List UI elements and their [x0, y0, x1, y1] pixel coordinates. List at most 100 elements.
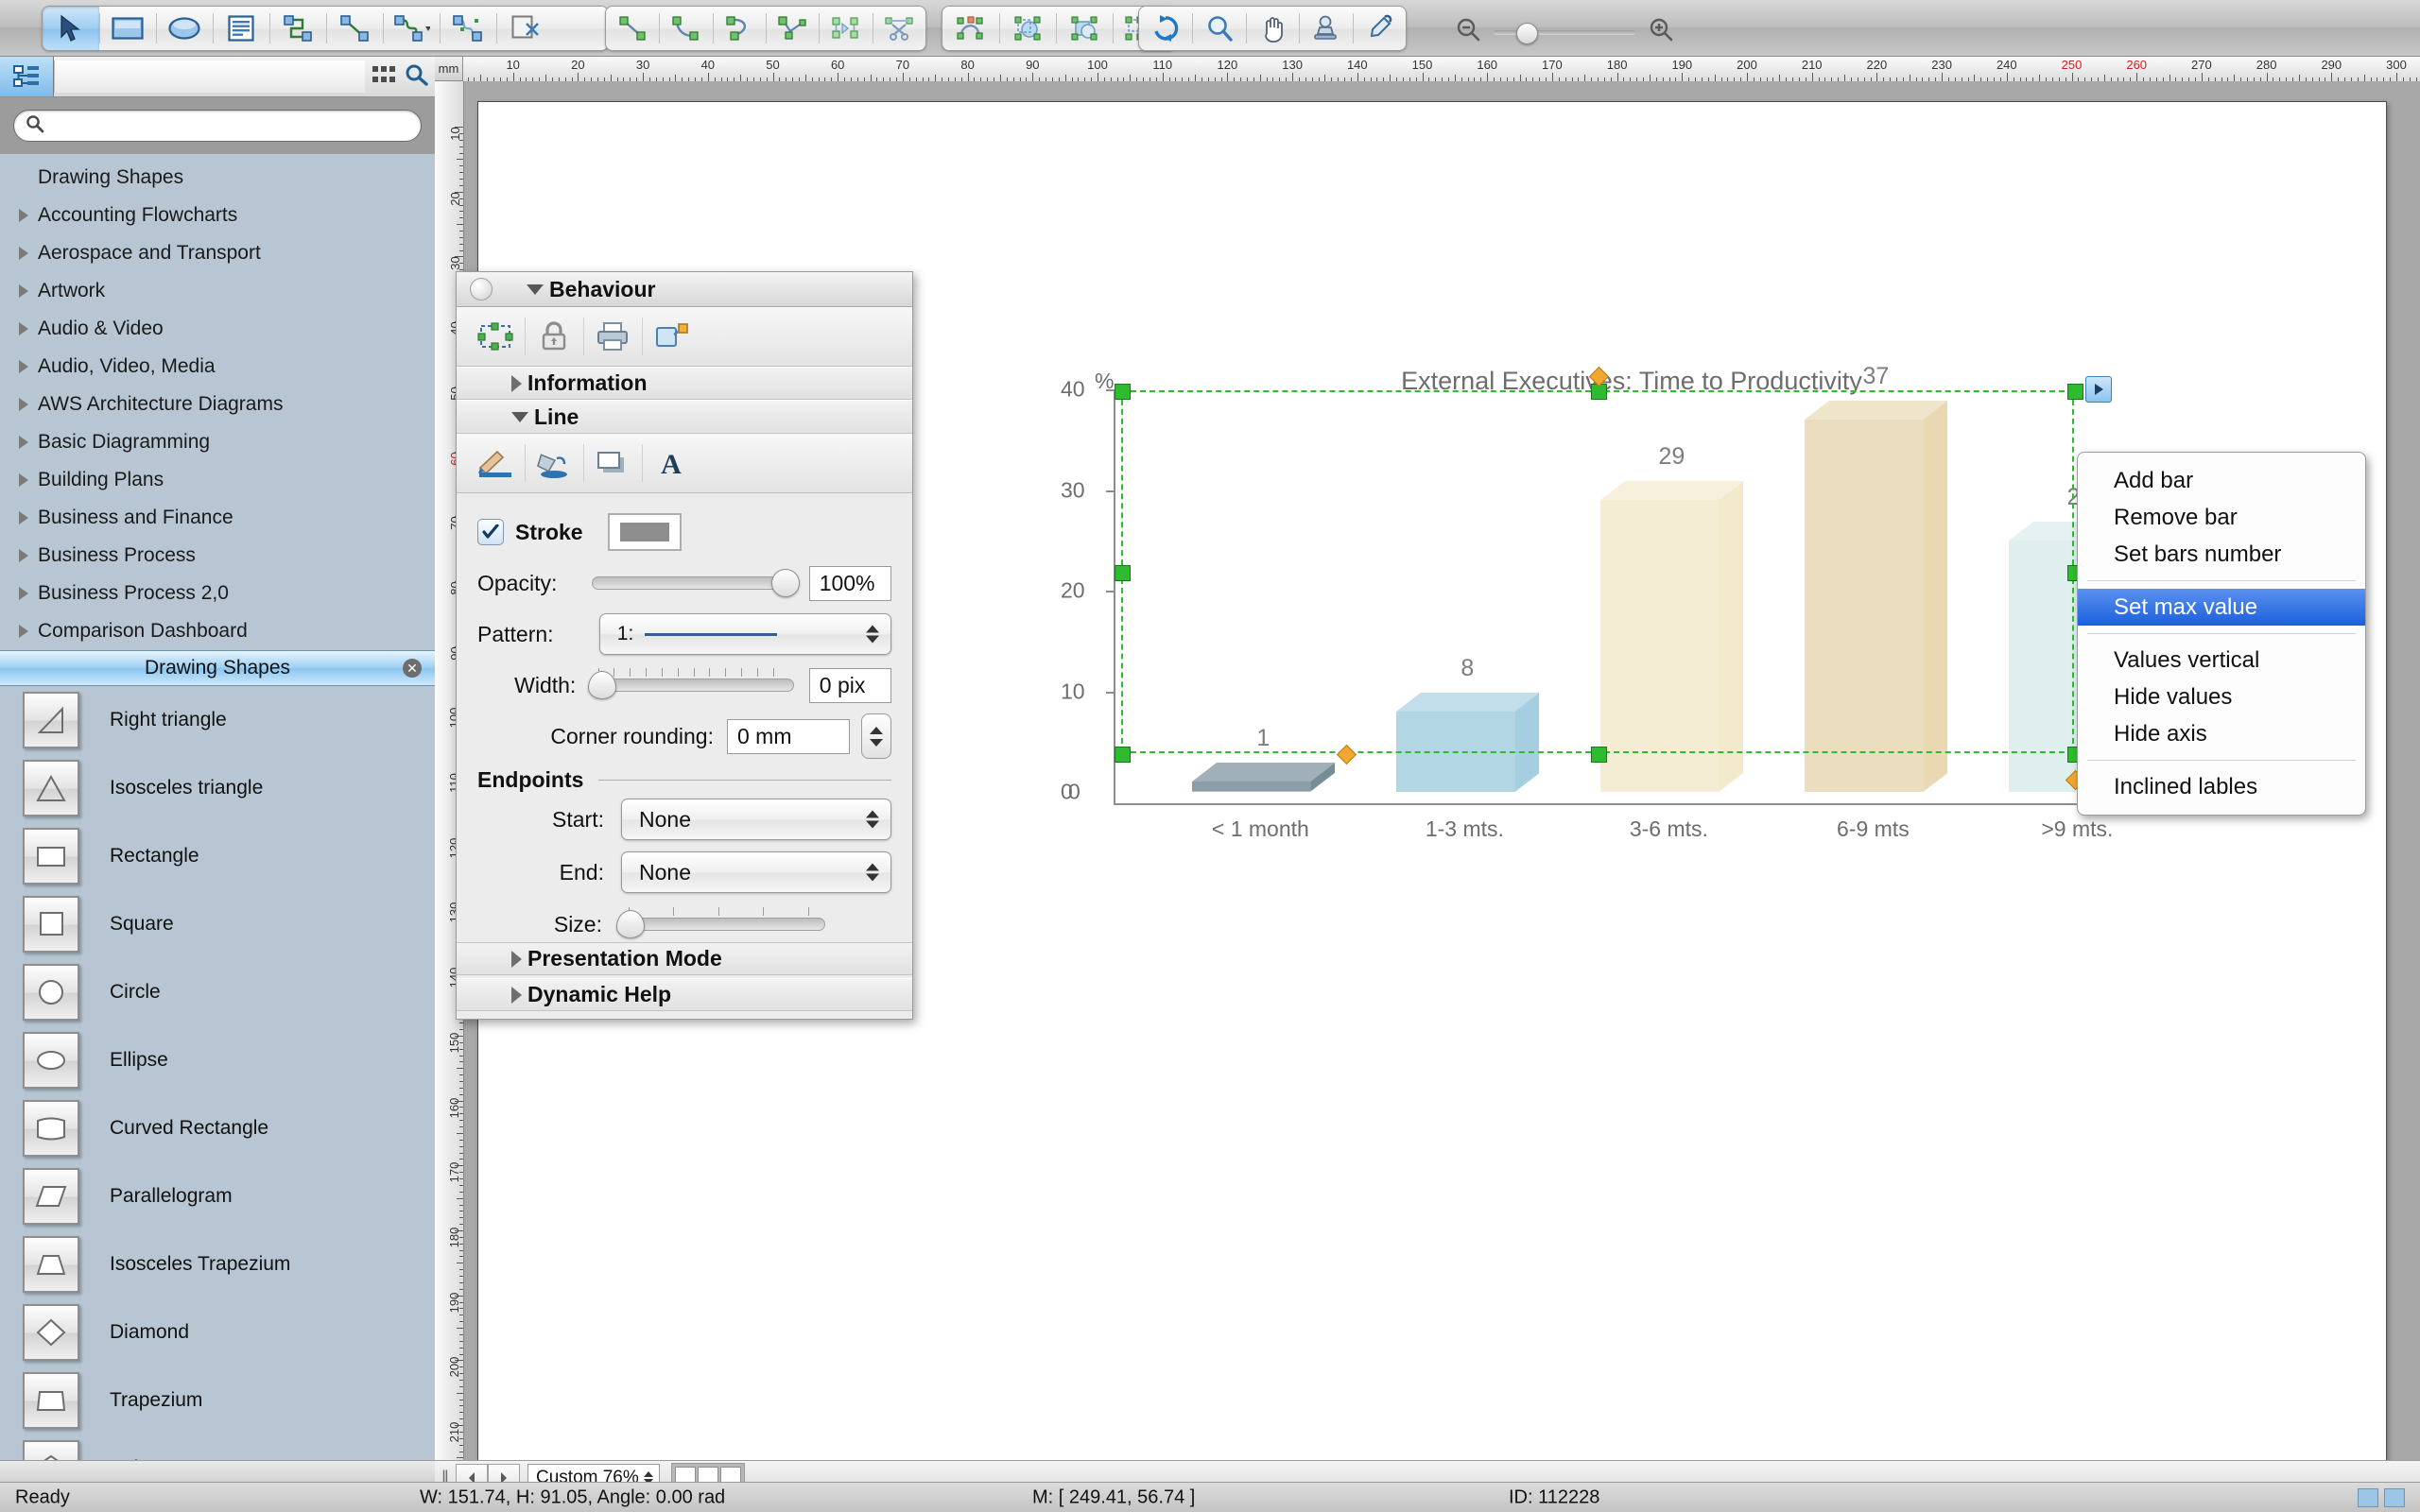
- right-triangle-icon[interactable]: [23, 692, 79, 748]
- presentation-mode-section-header[interactable]: Presentation Mode: [457, 942, 912, 975]
- brush-icon[interactable]: [466, 437, 525, 490]
- tree-item[interactable]: Audio & Video: [0, 310, 435, 348]
- chevron-right-icon[interactable]: [13, 470, 34, 490]
- chevron-right-icon[interactable]: [13, 205, 34, 226]
- shape-list-item[interactable]: Rectangle: [0, 822, 435, 890]
- chevron-down-icon[interactable]: [527, 284, 544, 295]
- lock-icon[interactable]: [525, 310, 583, 363]
- circle-icon[interactable]: [23, 964, 79, 1021]
- text-format-icon[interactable]: A: [642, 437, 700, 490]
- stamp-icon[interactable]: [1299, 7, 1352, 50]
- end-endpoint-select[interactable]: None: [621, 851, 891, 893]
- chevron-right-icon[interactable]: [13, 432, 34, 453]
- elbow-connector-icon[interactable]: [269, 7, 326, 50]
- chevron-right-icon[interactable]: [13, 583, 34, 604]
- start-endpoint-select[interactable]: None: [621, 799, 891, 840]
- selection-handle[interactable]: [1115, 565, 1131, 581]
- corner-rounding-stepper[interactable]: [861, 713, 891, 759]
- hand-icon[interactable]: [1245, 7, 1299, 50]
- context-menu-item[interactable]: Values vertical: [2078, 642, 2365, 679]
- properties-panel[interactable]: Behaviour Information Line A Stroke Opac…: [456, 271, 913, 1020]
- shape-library-icon[interactable]: [0, 57, 54, 96]
- chevron-right-icon[interactable]: [13, 318, 34, 339]
- chevron-right-icon[interactable]: [511, 950, 522, 968]
- dynamic-help-section-header[interactable]: Dynamic Help: [457, 978, 912, 1011]
- chart-context-menu[interactable]: Add bar Remove bar Set bars number Set max …: [2077, 452, 2366, 816]
- play-triangle-icon[interactable]: [2085, 376, 2112, 403]
- shape-list-item[interactable]: Isosceles Trapezium: [0, 1230, 435, 1298]
- library-group-header[interactable]: Drawing Shapes ✕: [0, 650, 435, 686]
- trapezium-icon[interactable]: [23, 1372, 79, 1429]
- direct-connector-icon[interactable]: [326, 7, 383, 50]
- status-resize-grip[interactable]: [2358, 1487, 2405, 1507]
- tree-item[interactable]: Accounting Flowcharts: [0, 197, 435, 234]
- zoom-in-icon[interactable]: [1649, 17, 1673, 46]
- isosceles-triangle-icon[interactable]: [23, 760, 79, 816]
- diamond-icon[interactable]: [23, 1304, 79, 1361]
- ellipse-icon[interactable]: [156, 7, 213, 50]
- context-menu-item[interactable]: Add bar: [2078, 462, 2365, 499]
- zoom-out-icon[interactable]: [1456, 17, 1480, 46]
- shadow-icon[interactable]: [583, 437, 642, 490]
- ellipse-icon[interactable]: [23, 1032, 79, 1089]
- selection-handle[interactable]: [1115, 747, 1131, 763]
- tree-item[interactable]: Audio, Video, Media: [0, 348, 435, 386]
- context-menu-item[interactable]: Inclined lables: [2078, 768, 2365, 805]
- print-icon[interactable]: [583, 310, 642, 363]
- shape-list-item[interactable]: Isosceles triangle: [0, 754, 435, 822]
- pattern-select[interactable]: 1:: [598, 613, 891, 655]
- endpoint-size-slider[interactable]: [615, 907, 825, 938]
- chevron-down-icon[interactable]: [511, 411, 528, 422]
- square-icon[interactable]: [23, 896, 79, 953]
- shape-list-item[interactable]: Ellipse: [0, 1026, 435, 1094]
- behaviour-section-header[interactable]: Behaviour: [457, 272, 912, 307]
- parallelogram-icon[interactable]: [23, 1168, 79, 1225]
- isosceles-trapezium-icon[interactable]: [23, 1236, 79, 1293]
- rectangle-icon[interactable]: [99, 7, 156, 50]
- tree-item[interactable]: Business Process 2,0: [0, 575, 435, 612]
- tree-item[interactable]: Aerospace and Transport: [0, 234, 435, 272]
- corner-rounding-value[interactable]: 0 mm: [727, 718, 850, 754]
- eyedropper-icon[interactable]: [1352, 7, 1406, 50]
- fill-bucket-icon[interactable]: [525, 437, 583, 490]
- search-icon[interactable]: [405, 63, 429, 91]
- text-icon[interactable]: [213, 7, 269, 50]
- tree-item[interactable]: Basic Diagramming: [0, 423, 435, 461]
- rectangle-icon[interactable]: [23, 828, 79, 885]
- tree-item[interactable]: Drawing Shapes: [0, 159, 435, 197]
- information-section-header[interactable]: Information: [457, 367, 912, 400]
- tree-connector-icon[interactable]: [440, 7, 496, 50]
- zoom-icon[interactable]: [1192, 7, 1245, 50]
- selection-handle[interactable]: [1591, 747, 1607, 763]
- tree-item[interactable]: Artwork: [0, 272, 435, 310]
- chevron-right-icon[interactable]: [13, 243, 34, 264]
- opacity-slider[interactable]: [592, 569, 800, 597]
- context-menu-item[interactable]: Remove bar: [2078, 499, 2365, 536]
- opacity-value[interactable]: 100%: [808, 565, 891, 601]
- line-section-header[interactable]: Line: [457, 400, 912, 434]
- union-shapes-icon[interactable]: [999, 7, 1056, 50]
- pointer-icon[interactable]: [43, 7, 99, 50]
- width-slider[interactable]: [587, 668, 794, 699]
- shape-list-item[interactable]: Diamond: [0, 1298, 435, 1366]
- path-edit-icon[interactable]: [942, 7, 999, 50]
- search-field-wrap[interactable]: [13, 110, 422, 142]
- chevron-right-icon[interactable]: [13, 507, 34, 528]
- context-menu-item[interactable]: Hide values: [2078, 679, 2365, 715]
- search-input[interactable]: [52, 114, 409, 137]
- chevron-right-icon[interactable]: [13, 394, 34, 415]
- tree-item[interactable]: AWS Architecture Diagrams: [0, 386, 435, 423]
- grid-view-icon[interactable]: [371, 63, 397, 91]
- shape-list-item[interactable]: Right triangle: [0, 686, 435, 754]
- tree-item[interactable]: Comparison Dashboard: [0, 612, 435, 650]
- context-menu-item[interactable]: Set bars number: [2078, 536, 2365, 573]
- curved-rectangle-icon[interactable]: [23, 1100, 79, 1157]
- shape-list-item[interactable]: Circle: [0, 958, 435, 1026]
- curve-icon[interactable]: [712, 7, 766, 50]
- chart-bar[interactable]: [1191, 763, 1335, 792]
- subtract-shapes-icon[interactable]: [1056, 7, 1113, 50]
- rounded-connector-icon[interactable]: [383, 7, 440, 50]
- horizontal-ruler[interactable]: 0102030405060708090100110120130140150160…: [435, 57, 2420, 82]
- line-segment-icon[interactable]: [606, 7, 659, 50]
- tree-item[interactable]: Building Plans: [0, 461, 435, 499]
